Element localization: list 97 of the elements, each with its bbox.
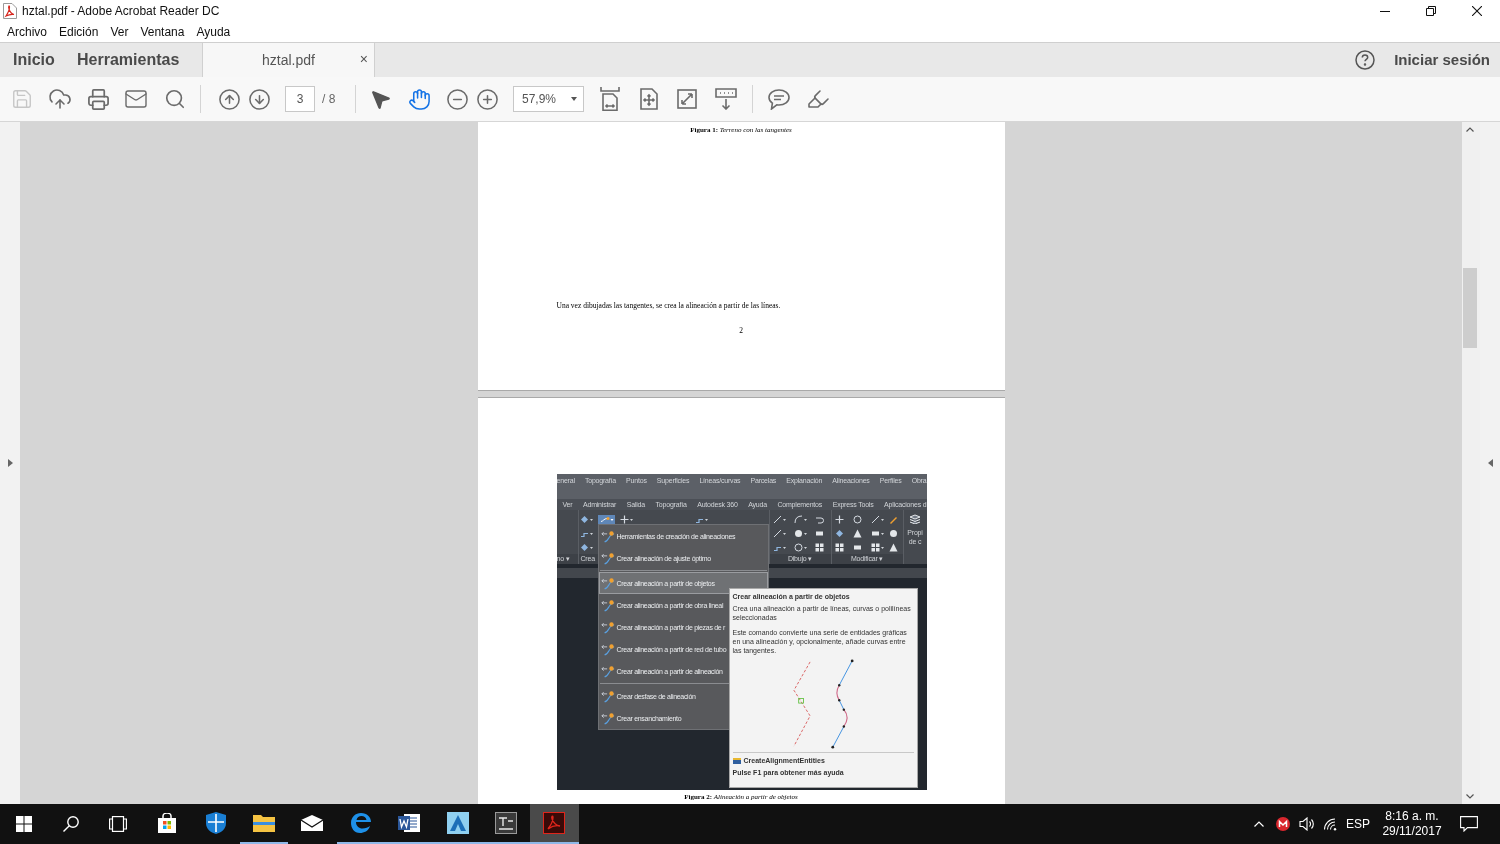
page-number-field[interactable]: 3 — [285, 86, 315, 112]
alignment-tool-icon — [600, 664, 615, 678]
fit-width-icon — [600, 87, 620, 111]
dot-icon — [793, 529, 807, 538]
language-indicator[interactable]: ESP — [1343, 815, 1373, 833]
tab-close-button[interactable]: × — [359, 52, 368, 66]
folder-icon — [252, 814, 275, 832]
arrow-up-icon — [217, 87, 241, 111]
cloud-upload-icon — [48, 87, 72, 111]
diamond-icon — [579, 515, 593, 524]
line-icon — [772, 515, 786, 524]
scroll-mode-icon — [715, 88, 737, 110]
diamond-icon — [579, 543, 593, 552]
arc-icon — [793, 515, 807, 524]
dot-icon — [888, 529, 898, 538]
speaker-icon[interactable] — [1299, 817, 1315, 831]
close-icon — [1472, 6, 1482, 16]
triangle-icon — [852, 529, 862, 538]
caret-icon — [571, 97, 577, 101]
pencil-icon — [888, 515, 898, 524]
menu-item[interactable]: Ayuda — [196, 23, 231, 41]
hand-icon — [407, 87, 431, 111]
loop-icon — [815, 515, 825, 524]
pdf-file-icon — [3, 3, 17, 19]
speech-bubble-icon — [768, 88, 790, 110]
clock[interactable]: 8:16 a. m. 29/11/2017 — [1373, 809, 1451, 839]
full-screen-icon — [677, 89, 697, 109]
alignment-tool-icon — [600, 620, 615, 634]
triangle-icon — [888, 543, 898, 552]
alignment-tool-icon — [600, 642, 615, 656]
arrow-down-icon — [247, 87, 271, 111]
grid-icon — [834, 543, 844, 552]
help-icon[interactable] — [1355, 50, 1376, 70]
circle-icon — [793, 543, 807, 552]
window-title: hztal.pdf - Adobe Acrobat Reader DC — [22, 3, 220, 20]
alignment-tool-icon — [600, 689, 615, 703]
minimize-icon — [1380, 10, 1390, 12]
layer-stack-icon — [909, 514, 921, 524]
diamond-icon — [834, 529, 844, 538]
circle-icon — [852, 515, 862, 524]
search-icon — [164, 88, 186, 110]
scroll-up-icon[interactable] — [1466, 127, 1474, 132]
search-icon — [62, 816, 79, 832]
rectangle-icon — [852, 543, 862, 552]
scroll-down-icon[interactable] — [1466, 794, 1474, 799]
vertical-scrollbar[interactable] — [1462, 122, 1480, 804]
command-icon — [732, 757, 741, 764]
wifi-icon[interactable] — [1323, 817, 1339, 831]
line-icon — [772, 529, 786, 538]
zoom-in-icon — [475, 87, 499, 111]
menu-item[interactable]: Archivo — [7, 23, 47, 41]
alignment-tool-icon — [600, 576, 615, 590]
triangle-logo-icon — [446, 812, 469, 834]
zoom-dropdown[interactable]: 57,9% — [513, 86, 584, 112]
text-editor-app-icon — [494, 812, 517, 834]
sign-in-button[interactable]: Iniciar sesión — [1394, 48, 1490, 72]
print-icon — [86, 87, 110, 111]
rectangle-icon — [815, 529, 825, 538]
menu-item[interactable]: Ver — [110, 23, 129, 41]
alignment-tool-icon — [600, 551, 615, 565]
move-icon — [619, 515, 633, 524]
shield-icon — [205, 812, 226, 834]
shopping-bag-icon — [157, 813, 178, 833]
scrollbar-thumb[interactable] — [1463, 268, 1477, 348]
menu-item[interactable]: Ventana — [140, 23, 185, 41]
alignment-dropdown-icon — [597, 515, 615, 524]
expand-panel-icon[interactable] — [7, 459, 13, 467]
alignment-tool-icon — [600, 711, 615, 725]
restore-icon — [1426, 6, 1436, 16]
menu-item[interactable]: Edición — [59, 23, 99, 41]
fit-page-icon — [640, 88, 658, 110]
nav-tab[interactable]: Herramientas — [64, 43, 202, 77]
nav-tab[interactable]: Inicio — [0, 43, 64, 77]
notification-icon[interactable] — [1460, 816, 1478, 832]
alignment-tool-icon — [600, 598, 615, 612]
alignment-tool-icon — [600, 529, 615, 543]
envelope-icon — [301, 815, 324, 831]
collapse-panel-icon[interactable] — [1487, 459, 1493, 467]
zoom-out-icon — [445, 87, 469, 111]
task-view-icon — [108, 816, 127, 832]
chevron-up-icon — [1254, 821, 1264, 827]
page-count: / 8 — [322, 91, 337, 108]
windows-logo-icon — [15, 816, 32, 832]
taskbar-app-button[interactable] — [530, 804, 579, 844]
circle-logo-icon[interactable] — [1276, 817, 1290, 831]
browser-logo-icon — [349, 812, 372, 834]
save-icon — [11, 88, 33, 110]
envelope-icon — [124, 87, 148, 111]
rectangle-icon — [870, 529, 884, 538]
highlighter-icon — [806, 87, 830, 111]
grid-icon — [815, 543, 825, 552]
line-icon — [870, 515, 884, 524]
pdf-app-icon — [543, 812, 566, 834]
document-tab[interactable]: hztal.pdf × — [202, 43, 375, 77]
document-app-icon — [398, 812, 421, 834]
grid-icon — [870, 543, 884, 552]
move-icon — [834, 515, 844, 524]
